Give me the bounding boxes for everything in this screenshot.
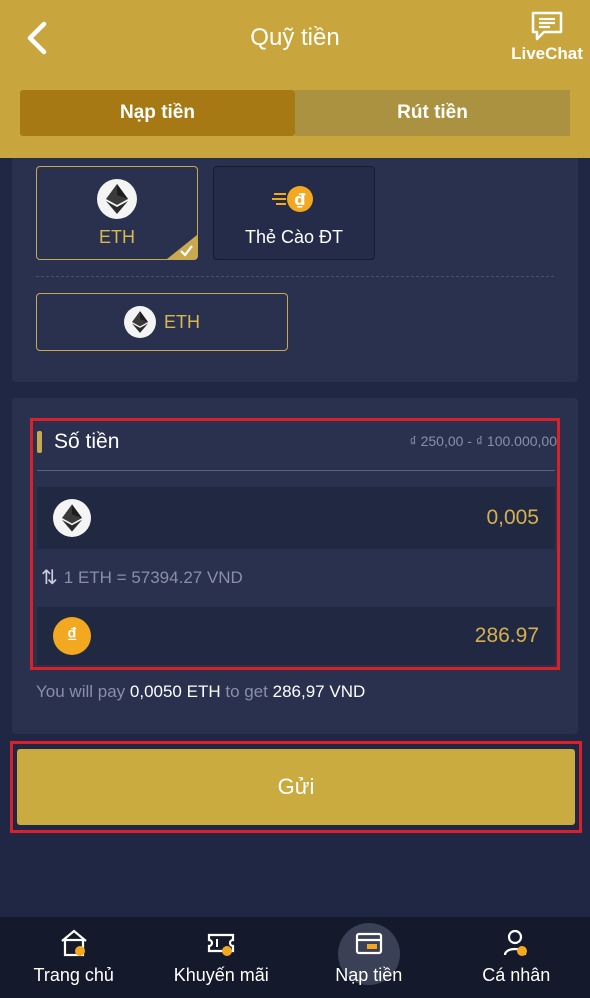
- payment-method-card: ETH ₫ Thẻ Cào ĐT ETH: [12, 158, 578, 382]
- divider: [37, 470, 555, 471]
- coin-select-label: ETH: [164, 311, 200, 332]
- get-amount: 286,97 VND: [272, 682, 366, 701]
- method-eth-label: ETH: [99, 226, 135, 247]
- coin-select-eth[interactable]: ETH: [36, 293, 288, 351]
- dong-coin-icon: ₫: [53, 617, 91, 655]
- pay-amount: 0,0050 ETH: [129, 682, 221, 701]
- submit-button[interactable]: Gửi: [17, 749, 575, 825]
- livechat-label: LiveChat: [511, 44, 583, 63]
- check-icon: [167, 235, 197, 259]
- svg-text:₫: ₫: [294, 190, 306, 209]
- pay-note-prefix: You will pay: [36, 682, 126, 701]
- header: Quỹ tiền LiveChat Nạp tiền Rút tiền: [0, 0, 590, 158]
- user-icon: [504, 929, 528, 956]
- ethereum-icon: [97, 178, 137, 219]
- vnd-amount-value: 286.97: [474, 624, 539, 647]
- amount-card: Số tiền ₫ 250,00 - ₫ 100.000,00 0,005 ⇅ …: [12, 398, 578, 734]
- title-accent-bar: [37, 431, 42, 453]
- eth-amount-value: 0,005: [486, 506, 539, 529]
- nav-profile-label: Cá nhân: [482, 965, 551, 985]
- page-title: Quỹ tiền: [250, 24, 340, 51]
- method-phone-card-label: Thẻ Cào ĐT: [244, 226, 344, 247]
- ethereum-icon: [124, 306, 156, 338]
- nav-profile[interactable]: Cá nhân: [443, 917, 590, 998]
- pay-note-middle: to get: [225, 682, 268, 701]
- vnd-amount-input[interactable]: ₫ 286.97: [37, 607, 555, 665]
- submit-highlight: Gửi: [10, 741, 582, 833]
- ticket-icon: [208, 933, 235, 956]
- nav-promotions-label: Khuyến mãi: [173, 965, 269, 985]
- tab-bar: Nạp tiền Rút tiền: [20, 90, 570, 136]
- bottom-nav: Trang chủ Khuyến mãi Nạp tiền Cá nhân: [0, 917, 590, 998]
- amount-range: ₫ 250,00 - ₫ 100.000,00: [409, 433, 557, 449]
- swap-arrows-icon: ⇅: [41, 567, 58, 589]
- eth-amount-input[interactable]: 0,005: [37, 487, 555, 549]
- amount-title-label: Số tiền: [54, 430, 120, 453]
- nav-home-label: Trang chủ: [33, 965, 114, 985]
- method-phone-card[interactable]: ₫ Thẻ Cào ĐT: [213, 166, 375, 260]
- payment-summary: You will pay 0,0050 ETH to get 286,97 VN…: [36, 682, 365, 702]
- nav-promotions[interactable]: Khuyến mãi: [148, 917, 296, 998]
- phone-card-icon: ₫: [272, 179, 316, 219]
- amount-title: Số tiền: [37, 429, 119, 455]
- tab-deposit[interactable]: Nạp tiền: [20, 90, 295, 136]
- tab-withdraw[interactable]: Rút tiền: [295, 90, 570, 136]
- nav-deposit[interactable]: Nạp tiền: [295, 917, 443, 998]
- nav-deposit-label: Nạp tiền: [335, 965, 403, 985]
- exchange-rate-text: 1 ETH = 57394.27 VND: [63, 567, 243, 587]
- home-icon: [61, 929, 87, 957]
- chat-icon: [531, 11, 563, 41]
- nav-home[interactable]: Trang chủ: [0, 917, 148, 998]
- method-eth[interactable]: ETH: [36, 166, 198, 260]
- divider: [36, 276, 554, 277]
- amount-section: Số tiền ₫ 250,00 - ₫ 100.000,00 0,005 ⇅ …: [30, 418, 560, 670]
- wallet-icon: [355, 932, 382, 955]
- livechat-button[interactable]: LiveChat: [504, 10, 590, 64]
- ethereum-icon: [53, 499, 91, 537]
- exchange-rate: ⇅ 1 ETH = 57394.27 VND: [41, 565, 243, 590]
